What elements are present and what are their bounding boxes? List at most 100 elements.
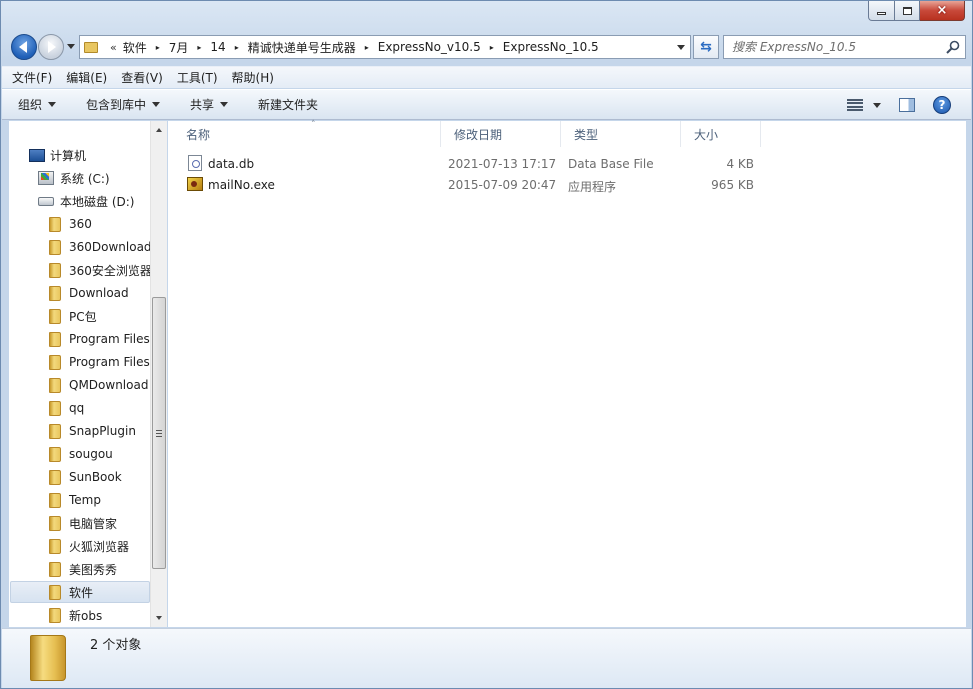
nav-item-computer[interactable]: 计算机 [29, 144, 86, 166]
forward-arrow-icon [48, 41, 56, 53]
new-folder-button[interactable]: 新建文件夹 [258, 96, 318, 113]
minimize-button[interactable] [868, 1, 895, 21]
sidebar-item-folder[interactable]: 360Download [49, 236, 152, 258]
search-icon[interactable] [946, 40, 960, 54]
sidebar-item-folder[interactable]: 美图秀秀 [49, 558, 117, 580]
breadcrumb-item[interactable]: 精诚快递单号生成器 [248, 39, 356, 56]
breadcrumb-separator-icon[interactable]: ▸ [490, 43, 494, 52]
sidebar-item-folder[interactable]: Temp [49, 489, 101, 511]
menu-edit[interactable]: 编辑(E) [66, 67, 107, 88]
back-button[interactable] [11, 34, 37, 60]
sidebar-item-label: 360 [69, 217, 92, 231]
address-bar[interactable]: « 软件 ▸ 7月 ▸ 14 ▸ 精诚快递单号生成器 ▸ ExpressNo_v… [79, 35, 691, 59]
file-row[interactable]: data.db 2021-07-13 17:17 Data Base File … [182, 154, 782, 175]
sidebar-item-folder[interactable]: 火狐浏览器 [49, 535, 129, 557]
folder-icon [49, 400, 61, 416]
menu-tools[interactable]: 工具(T) [177, 67, 218, 88]
sidebar-item-folder[interactable]: Download [49, 282, 129, 304]
forward-button[interactable] [38, 34, 64, 60]
hard-drive-icon [38, 196, 54, 206]
breadcrumb-item[interactable]: 14 [210, 40, 225, 54]
nav-item-drive-d[interactable]: 本地磁盘 (D:) [38, 190, 134, 212]
scroll-down-button[interactable] [151, 610, 167, 626]
column-header-date[interactable]: 修改日期 [441, 121, 561, 147]
column-date-label: 修改日期 [454, 127, 503, 142]
grip-icon [156, 429, 162, 437]
menu-file[interactable]: 文件(F) [12, 67, 52, 88]
chevron-down-icon [48, 102, 57, 107]
folder-icon [49, 607, 61, 623]
folder-icon [49, 239, 61, 255]
folder-icon [49, 354, 61, 370]
menu-bar: 文件(F) 编辑(E) 查看(V) 工具(T) 帮助(H) [2, 66, 971, 88]
refresh-button[interactable]: ⇆ [693, 35, 719, 59]
sidebar-item-label: 美图秀秀 [69, 562, 118, 577]
breadcrumb-item[interactable]: ExpressNo_10.5 [503, 40, 599, 54]
search-box[interactable] [723, 35, 966, 59]
share-label: 共享 [190, 98, 215, 112]
column-header-name[interactable]: 名称 ˄ [173, 120, 441, 147]
sidebar-item-label: Program Files [69, 332, 150, 346]
breadcrumb-separator-icon[interactable]: ▸ [365, 43, 369, 52]
share-button[interactable]: 共享 [190, 96, 229, 113]
maximize-button[interactable] [895, 1, 920, 21]
new-folder-label: 新建文件夹 [258, 98, 319, 112]
toolbar-right-group: ? [847, 96, 951, 114]
close-button[interactable]: × [920, 1, 965, 21]
sidebar-item-label: sougou [69, 447, 113, 461]
navigation-pane-scrollbar[interactable] [150, 121, 167, 627]
column-header-size[interactable]: 大小 [681, 121, 761, 147]
folder-icon [49, 262, 61, 278]
file-date: 2015-07-09 20:47 [448, 178, 557, 192]
breadcrumb-item[interactable]: 软件 [123, 39, 147, 56]
breadcrumb-separator-icon[interactable]: ▸ [156, 43, 160, 52]
breadcrumb-overflow-chevron[interactable]: « [110, 41, 117, 54]
help-icon[interactable]: ? [933, 96, 951, 114]
recent-pages-dropdown[interactable] [67, 44, 75, 49]
breadcrumb-item[interactable]: 7月 [169, 39, 189, 56]
file-row[interactable]: mailNo.exe 2015-07-09 20:47 应用程序 965 KB [182, 175, 782, 196]
sidebar-item-folder[interactable]: sougou [49, 443, 113, 465]
preview-pane-icon[interactable] [899, 98, 915, 112]
breadcrumb-separator-icon[interactable]: ▸ [235, 43, 239, 52]
file-size: 965 KB [711, 178, 754, 192]
scroll-thumb[interactable] [152, 297, 166, 569]
sidebar-item-label: 360Download [69, 240, 152, 254]
sidebar-item-label: 火狐浏览器 [69, 539, 130, 554]
sidebar-item-folder[interactable]: SunBook [49, 466, 122, 488]
navigation-pane: 计算机 系统 (C:) 本地磁盘 (D:) 360 360Download 360安… [9, 121, 167, 627]
chevron-down-icon [156, 616, 162, 620]
sidebar-item-folder[interactable]: PC包 [49, 305, 97, 327]
scroll-up-button[interactable] [151, 122, 167, 138]
view-dropdown-chevron-icon[interactable] [873, 102, 881, 108]
sidebar-item-folder[interactable]: Program Files [49, 351, 150, 373]
address-dropdown-button[interactable] [672, 36, 690, 58]
sidebar-item-folder[interactable]: 360 [49, 213, 92, 235]
sidebar-item-folder[interactable]: 软件 [10, 581, 150, 603]
sidebar-item-folder[interactable]: 新obs [49, 604, 102, 626]
database-file-icon [188, 155, 202, 171]
folder-icon [49, 423, 61, 439]
sidebar-item-folder[interactable]: qq [49, 397, 84, 419]
sidebar-item-folder[interactable]: SnapPlugin [49, 420, 136, 442]
organize-button[interactable]: 组织 [18, 96, 57, 113]
breadcrumb-separator-icon[interactable]: ▸ [197, 43, 201, 52]
sidebar-item-label: Program Files [69, 355, 150, 369]
column-type-label: 类型 [574, 127, 599, 142]
organize-label: 组织 [18, 98, 43, 112]
nav-item-drive-c[interactable]: 系统 (C:) [38, 167, 110, 189]
sidebar-item-folder[interactable]: QMDownload [49, 374, 148, 396]
column-header-type[interactable]: 类型 [561, 121, 681, 147]
search-input[interactable] [732, 40, 932, 54]
sidebar-item-label: 360安全浏览器 [69, 263, 152, 278]
view-options-icon[interactable] [847, 99, 863, 111]
sidebar-item-folder[interactable]: 360安全浏览器 [49, 259, 152, 281]
menu-view[interactable]: 查看(V) [121, 67, 163, 88]
include-in-library-button[interactable]: 包含到库中 [86, 96, 161, 113]
breadcrumb-item[interactable]: ExpressNo_v10.5 [378, 40, 481, 54]
sidebar-item-folder[interactable]: Program Files [49, 328, 150, 350]
folder-icon [49, 446, 61, 462]
menu-help[interactable]: 帮助(H) [232, 67, 274, 88]
sidebar-item-folder[interactable]: 电脑管家 [49, 512, 117, 534]
folder-icon [49, 285, 61, 301]
